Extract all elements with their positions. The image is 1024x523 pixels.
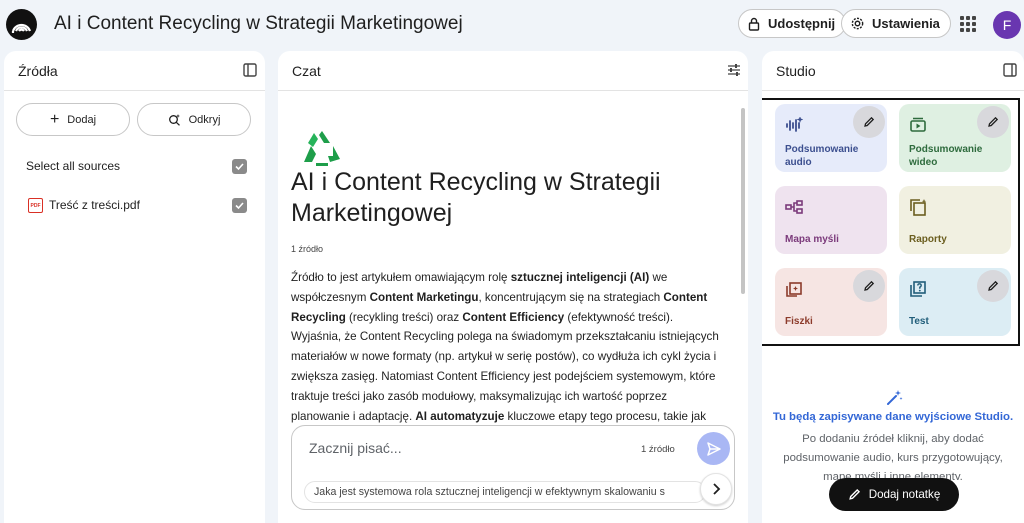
card-label: Fiszki: [785, 316, 813, 327]
share-label: Udostępnij: [768, 16, 836, 31]
chat-content: AI i Content Recycling w Strategii Marke…: [278, 92, 734, 427]
flashcards-icon: [786, 282, 802, 297]
source-item-name[interactable]: Treść z treści.pdf: [49, 198, 140, 212]
add-note-label: Dodaj notatkę: [868, 488, 941, 501]
suggested-question[interactable]: Jaka jest systemowa rola sztucznej intel…: [304, 481, 706, 503]
pencil-icon: [988, 280, 999, 291]
pencil-icon: [864, 116, 875, 127]
pdf-file-icon: PDF: [28, 198, 43, 213]
mind-map-icon: [785, 200, 803, 214]
chevron-right-icon: [713, 483, 721, 495]
add-source-label: Dodaj: [67, 113, 97, 126]
settings-label: Ustawienia: [872, 16, 940, 31]
summary-segment: Content Efficiency: [462, 310, 565, 324]
quiz-icon: [910, 281, 926, 297]
pencil-icon: [848, 488, 860, 500]
plus-icon: +: [49, 110, 60, 128]
studio-empty-description: Po dodaniu źródeł kliknij, aby dodać pod…: [783, 433, 1003, 480]
studio-empty-title: Tu będą zapisywane dane wyjściowe Studio…: [772, 411, 1014, 423]
apps-grid-icon[interactable]: [960, 16, 976, 32]
edit-pencil-button[interactable]: [977, 106, 1009, 138]
studio-header: Studio: [762, 51, 1024, 91]
chat-header: Czat: [278, 51, 748, 91]
pencil-icon: [864, 280, 875, 291]
summary-segment: Content Marketingu: [369, 290, 479, 304]
chat-input-box: 1 źródło Jaka jest systemowa rola sztucz…: [291, 425, 735, 510]
studio-card-test[interactable]: Test: [899, 268, 1011, 336]
sources-title: Źródła: [18, 63, 58, 79]
studio-card-reports[interactable]: Raporty: [899, 186, 1011, 254]
edit-pencil-button[interactable]: [853, 106, 885, 138]
studio-panel: Studio Podsumowanie audio Podsumowanie w…: [762, 51, 1024, 523]
studio-title: Studio: [776, 63, 816, 79]
studio-card-audio-summary[interactable]: Podsumowanie audio: [775, 104, 887, 172]
lock-icon: [748, 17, 760, 31]
settings-button[interactable]: Ustawienia: [841, 9, 951, 38]
pencil-icon: [988, 116, 999, 127]
chat-scrollbar[interactable]: [741, 108, 745, 294]
summary-segment: Źródło to jest artykułem omawiającym rol…: [291, 271, 511, 284]
discover-label: Odkryj: [188, 113, 221, 126]
search-sparkle-icon: [168, 114, 180, 126]
next-suggestion-button[interactable]: [700, 473, 732, 505]
sources-panel: Źródła + Dodaj Odkryj Select all sources…: [4, 51, 265, 523]
select-all-checkbox[interactable]: [232, 159, 247, 174]
report-icon: [910, 199, 927, 216]
send-button[interactable]: [697, 432, 730, 465]
chat-input[interactable]: [309, 438, 629, 458]
app-header: AI i Content Recycling w Strategii Marke…: [0, 0, 1024, 50]
summary-segment: (efektywność treści). Wyjaśnia, że Conte…: [291, 310, 719, 423]
chat-title: Czat: [292, 63, 321, 79]
audio-waveform-icon: [786, 117, 803, 132]
summary-segment: , koncentrującym się na strategiach: [478, 290, 664, 304]
card-label: Podsumowanie audio: [785, 144, 859, 168]
video-play-icon: [910, 117, 926, 132]
collapse-panel-icon[interactable]: [1003, 63, 1017, 77]
chat-source-count: 1 źródło: [291, 244, 324, 254]
card-label: Podsumowanie wideo: [909, 144, 983, 168]
summary-segment: kluczowe etapy tego procesu, takie jak: [504, 409, 707, 423]
notebook-title[interactable]: AI i Content Recycling w Strategii Marke…: [54, 13, 463, 35]
studio-card-flashcards[interactable]: Fiszki: [775, 268, 887, 336]
card-label: Raporty: [909, 234, 947, 245]
source-item-checkbox[interactable]: [232, 198, 247, 213]
discover-sources-button[interactable]: Odkryj: [137, 103, 251, 136]
add-source-button[interactable]: + Dodaj: [16, 103, 130, 136]
share-button[interactable]: Udostępnij: [738, 9, 847, 38]
sources-header: Źródła: [4, 51, 265, 91]
collapse-panel-icon[interactable]: [243, 63, 257, 77]
tune-settings-icon[interactable]: [727, 63, 741, 77]
add-note-button[interactable]: Dodaj notatkę: [829, 478, 959, 511]
studio-card-video-summary[interactable]: Podsumowanie wideo: [899, 104, 1011, 172]
edit-pencil-button[interactable]: [853, 270, 885, 302]
source-summary: Źródło to jest artykułem omawiającym rol…: [291, 268, 724, 426]
avatar[interactable]: F: [993, 11, 1021, 39]
card-label: Mapa myśli: [785, 234, 839, 245]
studio-card-mind-map[interactable]: Mapa myśli: [775, 186, 887, 254]
card-label: Test: [909, 316, 929, 327]
gear-icon: [851, 17, 864, 30]
select-all-label: Select all sources: [26, 159, 121, 173]
edit-pencil-button[interactable]: [977, 270, 1009, 302]
summary-segment: (recykling treści) oraz: [345, 310, 463, 324]
chat-panel: Czat AI i Content Recycling w Strategii …: [278, 51, 748, 523]
summary-segment: AI automatyzuje: [415, 409, 505, 423]
recycle-emoji-icon: [304, 131, 340, 166]
chat-heading: AI i Content Recycling w Strategii Marke…: [291, 168, 661, 227]
magic-wand-icon: [887, 390, 903, 405]
send-icon: [706, 441, 721, 456]
input-source-count: 1 źródło: [641, 444, 675, 455]
summary-segment: sztucznej inteligencji (AI): [510, 271, 650, 284]
notebooklm-logo-icon[interactable]: [6, 9, 37, 40]
